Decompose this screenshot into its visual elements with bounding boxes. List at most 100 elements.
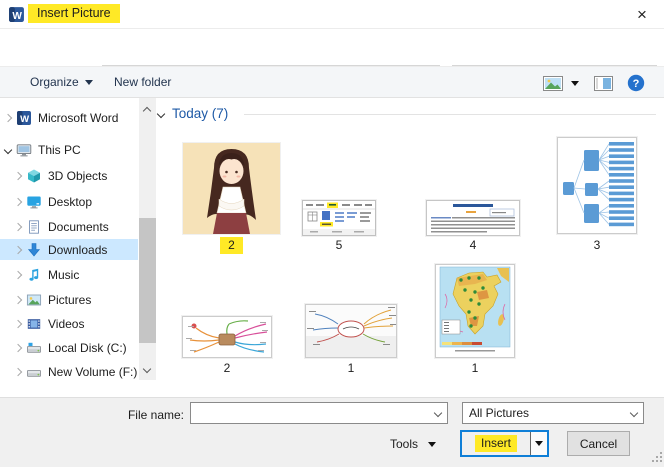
sidebar-item-this-pc[interactable]: This PC [0, 139, 138, 160]
3d-objects-icon [26, 168, 43, 184]
file-type-value: All Pictures [469, 406, 625, 420]
sidebar-item-pictures[interactable]: Pictures [0, 289, 138, 310]
file-name-label: File name: [80, 408, 184, 422]
file-item-blue-tree-diagram[interactable] [557, 137, 637, 234]
file-label-text: 2 [220, 237, 243, 254]
sidebar-item-videos[interactable]: Videos [0, 313, 138, 334]
file-list: Today (7) 2 [156, 98, 664, 397]
tree-diagram-thumbnail [557, 137, 637, 234]
dialog-footer: File name: All Pictures Tools Insert Can… [0, 397, 664, 467]
help-icon: ? [627, 74, 645, 92]
sidebar-item-documents[interactable]: Documents [0, 216, 138, 237]
sidebar-item-new-volume-f[interactable]: New Volume (F:) [0, 361, 138, 382]
girl-illustration-thumbnail [183, 143, 280, 234]
title-bar: W Insert Picture × [0, 0, 664, 29]
scrollbar-thumb[interactable] [139, 218, 156, 343]
file-name-combo[interactable] [190, 402, 448, 424]
new-folder-label: New folder [114, 75, 171, 89]
file-label-text: 1 [472, 361, 479, 375]
organize-button[interactable]: Organize [30, 75, 93, 89]
help-button[interactable]: ? [627, 74, 645, 92]
file-type-select[interactable]: All Pictures [462, 402, 644, 424]
colorful-mindmap-thumbnail [182, 316, 272, 358]
file-item-document-screenshot[interactable] [426, 200, 520, 236]
sidebar-item-local-disk-c[interactable]: Local Disk (C:) [0, 337, 138, 358]
file-label-text: 5 [336, 238, 343, 252]
svg-text:?: ? [633, 78, 640, 90]
insert-split-button[interactable]: Insert [460, 430, 549, 457]
file-label: 1 [435, 361, 515, 375]
file-name-dropdown-icon[interactable] [429, 403, 447, 423]
group-header-label: Today (7) [172, 106, 228, 121]
sidebar-item-microsoft-word[interactable]: W Microsoft Word [0, 107, 138, 128]
navigation-bar: ← → ↑ This PC Downloads ↻ [0, 29, 664, 66]
videos-icon [26, 316, 43, 332]
resize-grip[interactable] [650, 450, 663, 466]
svg-text:W: W [20, 114, 29, 125]
expander-icon[interactable] [10, 369, 26, 375]
cancel-button[interactable]: Cancel [567, 431, 630, 456]
computer-icon [16, 142, 33, 158]
word-icon: W [16, 110, 33, 126]
sidebar-item-label: Videos [48, 317, 84, 331]
file-item-hand-drawn-mindmap[interactable] [305, 304, 397, 358]
file-item-girl-illustration[interactable] [183, 143, 280, 234]
insert-label: Insert [475, 435, 517, 452]
pictures-icon [26, 292, 43, 308]
insert-button[interactable]: Insert [462, 432, 530, 455]
group-header-today[interactable]: Today (7) [158, 106, 228, 121]
sidebar-item-label: 3D Objects [48, 169, 107, 183]
expander-icon[interactable] [0, 115, 16, 121]
sidebar-item-label: Pictures [48, 293, 91, 307]
sidebar-item-3d-objects[interactable]: 3D Objects [0, 165, 138, 186]
documents-icon [26, 219, 43, 235]
file-label: 2 [182, 361, 272, 375]
scroll-up-icon[interactable] [144, 103, 150, 117]
sidebar-item-label: Downloads [48, 243, 107, 257]
word-app-icon: W [8, 6, 25, 23]
views-button[interactable] [543, 76, 579, 91]
desktop-icon [26, 194, 43, 210]
insert-dropdown-icon [535, 441, 543, 446]
file-label-text: 4 [470, 238, 477, 252]
insert-dropdown-button[interactable] [530, 432, 547, 455]
document-thumbnail [426, 200, 520, 236]
collapse-group-icon [157, 109, 165, 117]
expander-icon[interactable] [10, 297, 26, 303]
expander-icon[interactable] [0, 147, 16, 153]
new-folder-button[interactable]: New folder [114, 75, 171, 89]
sidebar-item-downloads[interactable]: Downloads [0, 239, 138, 260]
close-button[interactable]: × [620, 0, 664, 29]
music-icon [26, 267, 43, 283]
sidebar-item-label: Local Disk (C:) [48, 341, 127, 355]
file-item-africa-map[interactable] [435, 264, 515, 358]
file-label: 1 [305, 361, 397, 375]
file-item-colorful-mindmap[interactable] [182, 316, 272, 358]
expander-icon[interactable] [10, 345, 26, 351]
disk-icon [26, 364, 43, 380]
dropdown-triangle-icon [85, 80, 93, 85]
expander-icon[interactable] [10, 247, 26, 253]
file-label: 4 [426, 238, 520, 252]
command-bar: Organize New folder ? [0, 66, 664, 98]
group-header-rule [244, 114, 656, 115]
file-item-word-ribbon-screenshot[interactable] [302, 200, 376, 236]
svg-text:W: W [12, 11, 22, 22]
preview-pane-button[interactable] [594, 76, 613, 91]
dialog-title: Insert Picture [28, 4, 120, 23]
file-label: 5 [302, 238, 376, 252]
scroll-down-icon[interactable] [144, 361, 150, 375]
sidebar-scrollbar[interactable] [139, 98, 156, 380]
tools-button[interactable]: Tools [390, 437, 436, 451]
file-label-text: 2 [224, 361, 231, 375]
expander-icon[interactable] [10, 272, 26, 278]
views-dropdown-icon [571, 81, 579, 86]
expander-icon[interactable] [10, 173, 26, 179]
cancel-label: Cancel [580, 437, 617, 451]
expander-icon[interactable] [10, 199, 26, 205]
file-name-input[interactable] [191, 403, 429, 423]
expander-icon[interactable] [10, 224, 26, 230]
expander-icon[interactable] [10, 321, 26, 327]
sidebar-item-desktop[interactable]: Desktop [0, 191, 138, 212]
sidebar-item-music[interactable]: Music [0, 264, 138, 285]
